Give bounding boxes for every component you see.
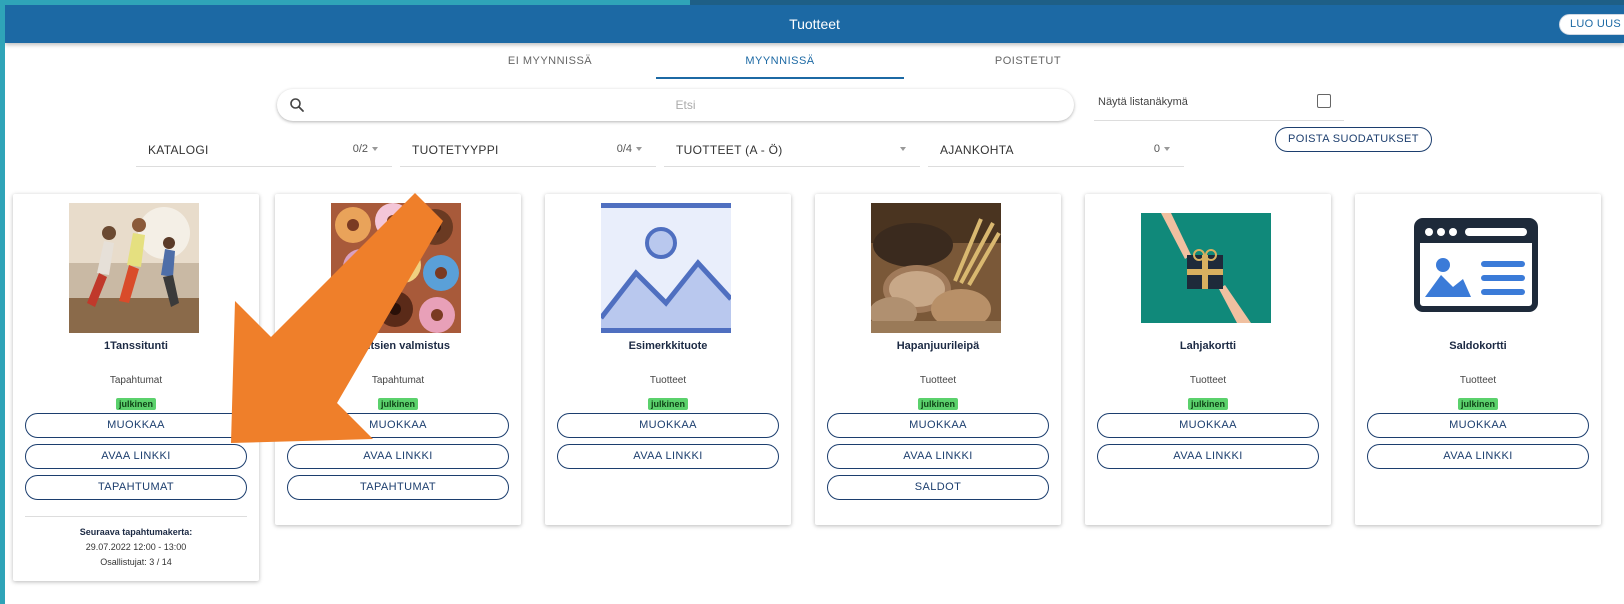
- search-input[interactable]: [317, 89, 1054, 121]
- status-badge: julkinen: [115, 398, 157, 410]
- list-view-toggle: Näytä listanäkymä: [1094, 87, 1344, 121]
- edit-button[interactable]: MUOKKAA: [1097, 413, 1319, 438]
- filter-sort[interactable]: TUOTTEET (A - Ö): [664, 133, 920, 167]
- filter-count: [896, 143, 906, 155]
- open-link-button[interactable]: AVAA LINKKI: [827, 444, 1049, 469]
- caret-down-icon: [372, 147, 378, 152]
- open-link-button[interactable]: AVAA LINKKI: [1367, 444, 1589, 469]
- product-type: Tapahtumat: [109, 375, 163, 386]
- open-link-button[interactable]: AVAA LINKKI: [287, 444, 509, 469]
- app-header: Tuotteet LUO UUS: [5, 5, 1624, 43]
- search-row: Näytä listanäkymä: [5, 83, 1624, 133]
- filter-product-type[interactable]: TUOTETYYPPI 0/4: [400, 133, 656, 167]
- product-type: Tapahtumat: [371, 375, 425, 386]
- status-badge: julkinen: [377, 398, 419, 410]
- next-event-title: Seuraava tapahtumakerta:: [79, 527, 193, 537]
- events-button[interactable]: TAPAHTUMAT: [287, 475, 509, 500]
- filter-count: 0/4: [617, 143, 642, 155]
- tab-removed[interactable]: POISTETUT: [908, 43, 1148, 79]
- product-image-bread: [871, 203, 1001, 333]
- product-card: Saldokortti Tuotteet julkinen MUOKKAA AV…: [1355, 194, 1601, 525]
- product-name: Hapanjuurileipä: [896, 340, 980, 352]
- caret-down-icon: [636, 147, 642, 152]
- balances-button[interactable]: SALDOT: [827, 475, 1049, 500]
- filter-date[interactable]: AJANKOHTA 0: [928, 133, 1184, 167]
- product-card: Donitsien valmistus Tapahtumat julkinen …: [275, 194, 521, 525]
- open-link-button[interactable]: AVAA LINKKI: [557, 444, 779, 469]
- create-new-button[interactable]: LUO UUS: [1559, 14, 1624, 35]
- search-box: [277, 89, 1074, 121]
- list-view-checkbox[interactable]: [1317, 94, 1331, 108]
- status-badge: julkinen: [1457, 398, 1499, 410]
- app-window: Tuotteet LUO UUS EI MYYNNISSÄ MYYNNISSÄ …: [5, 5, 1624, 604]
- tab-not-on-sale[interactable]: EI MYYNNISSÄ: [430, 43, 670, 79]
- caret-down-icon: [900, 147, 906, 152]
- events-button[interactable]: TAPAHTUMAT: [25, 475, 247, 500]
- filter-catalog[interactable]: KATALOGI 0/2: [136, 133, 392, 167]
- page-title: Tuotteet: [789, 16, 840, 32]
- product-name: Esimerkkituote: [628, 340, 708, 352]
- edit-button[interactable]: MUOKKAA: [1367, 413, 1589, 438]
- status-badge: julkinen: [647, 398, 689, 410]
- product-name: 1Tanssitunti: [104, 340, 168, 352]
- product-image-donuts: [331, 203, 461, 333]
- edit-button[interactable]: MUOKKAA: [25, 413, 247, 438]
- status-badge: julkinen: [917, 398, 959, 410]
- next-event-participants: Osallistujat: 3 / 14: [100, 557, 172, 567]
- product-card: 1Tanssitunti Tapahtumat julkinen MUOKKAA…: [13, 194, 259, 581]
- filter-count: 0/2: [353, 143, 378, 155]
- tab-on-sale[interactable]: MYYNNISSÄ: [656, 43, 904, 79]
- filter-label: KATALOGI: [148, 143, 209, 157]
- product-image-balance-card: [1411, 203, 1541, 333]
- open-link-button[interactable]: AVAA LINKKI: [25, 444, 247, 469]
- product-image-placeholder: [601, 203, 731, 333]
- filter-row: KATALOGI 0/2 TUOTETYYPPI 0/4 TUOTTEET (A…: [5, 127, 1624, 177]
- filter-count: 0: [1154, 143, 1170, 155]
- product-image-gift-card: [1141, 203, 1271, 333]
- status-badge: julkinen: [1187, 398, 1229, 410]
- search-icon: [290, 98, 304, 112]
- filter-label: AJANKOHTA: [940, 143, 1014, 157]
- filter-label: TUOTETYYPPI: [412, 143, 499, 157]
- product-type: Tuotteet: [919, 375, 957, 386]
- clear-filters-button[interactable]: POISTA SUODATUKSET: [1275, 127, 1432, 152]
- product-card: Hapanjuurileipä Tuotteet julkinen MUOKKA…: [815, 194, 1061, 525]
- status-tabs: EI MYYNNISSÄ MYYNNISSÄ POISTETUT: [5, 43, 1624, 83]
- product-grid: 1Tanssitunti Tapahtumat julkinen MUOKKAA…: [5, 194, 1624, 604]
- product-name: Lahjakortti: [1179, 340, 1237, 352]
- edit-button[interactable]: MUOKKAA: [287, 413, 509, 438]
- product-card: Lahjakortti Tuotteet julkinen MUOKKAA AV…: [1085, 194, 1331, 525]
- product-type: Tuotteet: [1189, 375, 1227, 386]
- product-image-dance: [69, 203, 199, 333]
- product-name: Saldokortti: [1449, 340, 1507, 352]
- next-event-time: 29.07.2022 12:00 - 13:00: [85, 542, 187, 552]
- list-view-label: Näytä listanäkymä: [1098, 96, 1188, 108]
- open-link-button[interactable]: AVAA LINKKI: [1097, 444, 1319, 469]
- caret-down-icon: [1164, 147, 1170, 152]
- next-event-info: Seuraava tapahtumakerta: 29.07.2022 12:0…: [25, 516, 247, 567]
- product-type: Tuotteet: [1459, 375, 1497, 386]
- filter-label: TUOTTEET (A - Ö): [676, 143, 783, 157]
- product-card: Esimerkkituote Tuotteet julkinen MUOKKAA…: [545, 194, 791, 525]
- product-type: Tuotteet: [649, 375, 687, 386]
- edit-button[interactable]: MUOKKAA: [557, 413, 779, 438]
- edit-button[interactable]: MUOKKAA: [827, 413, 1049, 438]
- product-name: Donitsien valmistus: [346, 340, 450, 352]
